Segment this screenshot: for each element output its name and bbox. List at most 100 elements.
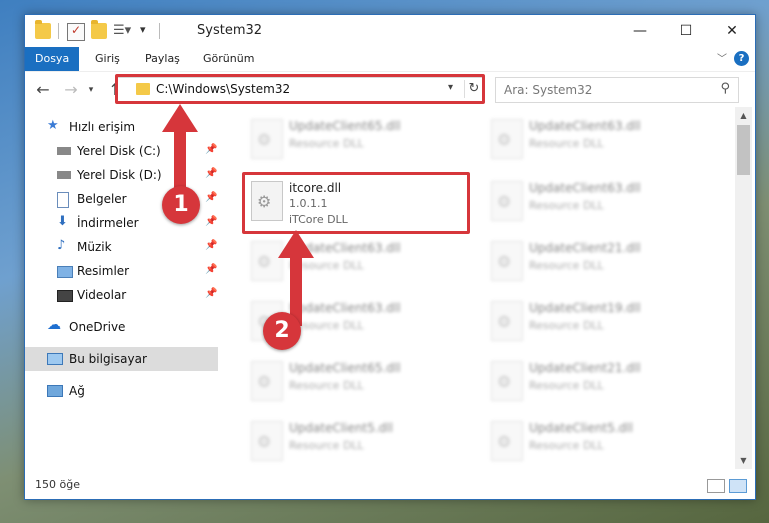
list-item[interactable]: UpdateClient65.dll Resource DLL <box>237 113 457 163</box>
file-highlight-box <box>242 172 470 234</box>
dll-file-icon <box>251 361 283 401</box>
search-icon[interactable]: ⚲ <box>720 81 730 96</box>
tab-paylas[interactable]: Paylaş <box>135 47 190 71</box>
back-button[interactable]: ← <box>33 80 53 100</box>
pin-icon[interactable]: 📌 <box>205 288 217 299</box>
dll-file-icon <box>491 421 523 461</box>
sidebar-item-music[interactable]: ♪ Müzik 📌 <box>25 235 218 259</box>
pin-icon[interactable]: 📌 <box>205 192 217 203</box>
close-button[interactable]: ✕ <box>709 15 755 47</box>
address-highlight-box <box>115 74 485 104</box>
properties-icon[interactable] <box>67 23 85 41</box>
sidebar-item-network[interactable]: Ağ <box>25 379 218 403</box>
forward-button[interactable]: → <box>61 80 81 100</box>
list-item[interactable]: UpdateClient5.dll Resource DLL <box>477 415 697 465</box>
dll-file-icon <box>251 421 283 461</box>
scroll-thumb[interactable] <box>737 125 750 175</box>
expand-ribbon-icon[interactable]: ﹀ <box>717 50 727 65</box>
sidebar-item-label: Resimler <box>77 264 130 278</box>
list-item[interactable]: UpdateClient63.dll Resource DLL <box>477 175 697 225</box>
file-type: Resource DLL <box>529 199 604 212</box>
window-title: System32 <box>197 23 263 38</box>
dll-file-icon <box>491 361 523 401</box>
sidebar-item-label: Belgeler <box>77 192 127 206</box>
file-type: Resource DLL <box>529 259 604 272</box>
folder-icon <box>35 20 51 39</box>
music-icon: ♪ <box>57 238 66 253</box>
dll-file-icon <box>491 241 523 281</box>
toolbar-dropdown-icon[interactable]: ▾ <box>140 23 156 39</box>
sidebar-item-label: Bu bilgisayar <box>69 352 147 366</box>
dll-file-icon <box>491 301 523 341</box>
download-icon: ⬇ <box>57 214 68 229</box>
tiles-view-icon[interactable] <box>729 479 747 493</box>
file-type: Resource DLL <box>529 379 604 392</box>
help-icon[interactable]: ? <box>734 51 749 66</box>
sidebar-item-label: Ağ <box>69 384 85 398</box>
dll-file-icon <box>251 119 283 159</box>
explorer-window: ☰▾ ▾ System32 — ☐ ✕ Dosya Giriş Paylaş G… <box>24 14 756 500</box>
tab-giris[interactable]: Giriş <box>85 47 130 71</box>
sidebar-item-label: İndirmeler <box>77 216 139 230</box>
step-badge-2: 2 <box>263 312 301 350</box>
customize-toolbar-icon[interactable]: ☰▾ <box>113 23 131 39</box>
file-type: Resource DLL <box>289 439 364 452</box>
sidebar-item-videos[interactable]: Videolar 📌 <box>25 283 218 307</box>
item-count: 150 öğe <box>35 478 80 491</box>
minimize-button[interactable]: — <box>617 15 663 47</box>
list-item[interactable]: UpdateClient21.dll Resource DLL <box>477 235 697 285</box>
drive-icon <box>57 171 71 179</box>
list-item[interactable]: UpdateClient63.dll Resource DLL <box>477 113 697 163</box>
list-item[interactable]: UpdateClient5.dll Resource DLL <box>237 415 457 465</box>
divider <box>58 23 59 39</box>
pictures-icon <box>57 266 73 278</box>
tab-gorunum[interactable]: Görünüm <box>193 47 264 71</box>
sidebar-item-label: Müzik <box>77 240 112 254</box>
maximize-button[interactable]: ☐ <box>663 15 709 47</box>
sidebar-item-pictures[interactable]: Resimler 📌 <box>25 259 218 283</box>
list-item[interactable]: UpdateClient21.dll Resource DLL <box>477 355 697 405</box>
step-badge-1: 1 <box>162 186 200 224</box>
list-item[interactable]: UpdateClient19.dll Resource DLL <box>477 295 697 345</box>
recent-locations-icon[interactable]: ▾ <box>81 80 101 100</box>
pin-icon[interactable]: 📌 <box>205 168 217 179</box>
pin-icon[interactable]: 📌 <box>205 240 217 251</box>
search-placeholder[interactable]: Ara: System32 <box>504 83 592 97</box>
star-icon: ★ <box>47 118 59 133</box>
vertical-scrollbar[interactable]: ▲ ▼ <box>735 107 752 469</box>
dll-file-icon <box>491 119 523 159</box>
sidebar-item-label: Yerel Disk (D:) <box>77 168 162 182</box>
tab-dosya[interactable]: Dosya <box>25 47 80 71</box>
file-name: UpdateClient19.dll <box>529 301 641 315</box>
file-type: Resource DLL <box>289 137 364 150</box>
file-name: UpdateClient21.dll <box>529 241 641 255</box>
sidebar-item-this-pc[interactable]: Bu bilgisayar <box>25 347 218 371</box>
file-name: UpdateClient21.dll <box>529 361 641 375</box>
status-bar: 150 öğe <box>25 473 755 499</box>
list-item[interactable]: UpdateClient63.dll Resource DLL <box>237 235 457 285</box>
pin-icon[interactable]: 📌 <box>205 216 217 227</box>
sidebar-item-onedrive[interactable]: ☁ OneDrive <box>25 315 218 339</box>
pin-icon[interactable]: 📌 <box>205 144 217 155</box>
dll-file-icon <box>491 181 523 221</box>
new-folder-icon[interactable] <box>91 20 107 39</box>
file-type: Resource DLL <box>289 379 364 392</box>
file-type: Resource DLL <box>529 319 604 332</box>
search-box[interactable]: Ara: System32 ⚲ <box>495 77 739 103</box>
file-type: Resource DLL <box>529 137 604 150</box>
sidebar-item-label: Videolar <box>77 288 127 302</box>
network-icon <box>47 385 63 397</box>
sidebar-item-label: Hızlı erişim <box>69 120 136 134</box>
scroll-down-icon[interactable]: ▼ <box>735 452 752 469</box>
drive-icon <box>57 147 71 155</box>
pin-icon[interactable]: 📌 <box>205 264 217 275</box>
file-type: Resource DLL <box>529 439 604 452</box>
scroll-up-icon[interactable]: ▲ <box>735 107 752 124</box>
file-name: UpdateClient63.dll <box>529 181 641 195</box>
list-item[interactable]: UpdateClient65.dll Resource DLL <box>237 355 457 405</box>
details-view-icon[interactable] <box>707 479 725 493</box>
sidebar-item-label: Yerel Disk (C:) <box>77 144 161 158</box>
computer-icon <box>47 353 63 365</box>
file-name: UpdateClient65.dll <box>289 119 401 133</box>
ribbon-tabs: Dosya Giriş Paylaş Görünüm ﹀ ? <box>25 47 755 71</box>
